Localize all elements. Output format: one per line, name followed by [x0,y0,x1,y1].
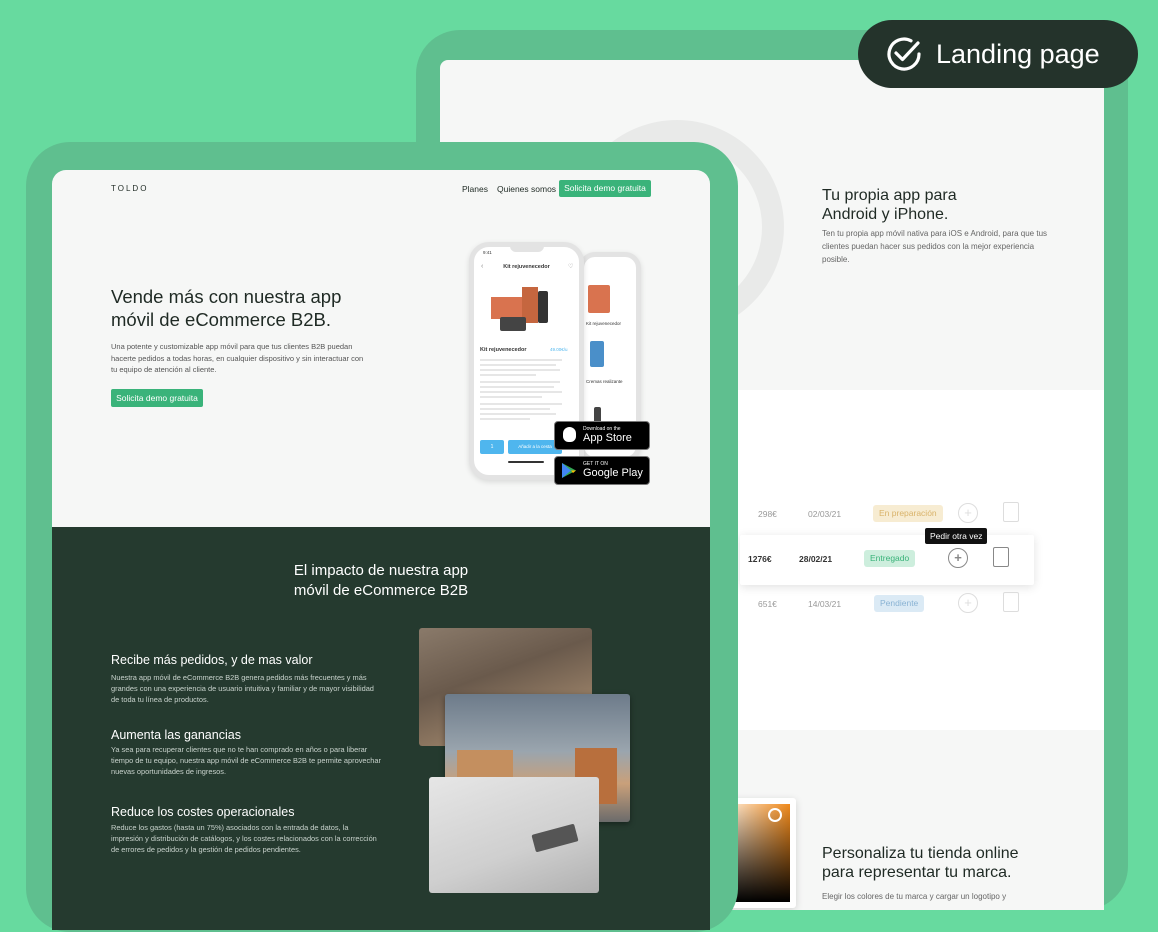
brand-section-desc: Elegir los colores de tu marca y cargar … [822,892,1007,901]
site-logo[interactable]: TOLDO [111,184,148,193]
google-play-icon [562,463,576,478]
order-row: 298€ 02/03/21 En preparación + [740,495,1040,535]
product-thumb [588,285,610,313]
order-row: 1276€ 28/02/21 Entregado + [740,540,1040,580]
nav-demo-button[interactable]: Solicita demo gratuita [559,180,651,197]
brand-section-title: Personaliza tu tienda online para repres… [822,845,1019,881]
document-icon[interactable] [1003,592,1019,612]
feature-title: Aumenta las ganancias [111,728,241,742]
front-screen: TOLDO Planes Quienes somos Solicita demo… [52,170,710,930]
feature-title: Recibe más pedidos, y de mas valor [111,653,313,667]
app-store-button[interactable]: Download on the App Store [554,421,650,450]
app-section-desc: Ten tu propia app móvil nativa para iOS … [822,229,1048,264]
app-section-title: Tu propia app para Android y iPhone. [822,187,957,223]
hero-demo-button[interactable]: Solicita demo gratuita [111,389,203,407]
landing-page-badge: Landing page [858,20,1138,88]
product-thumb [590,341,604,367]
check-circle-icon [887,37,921,71]
feature-desc: Nuestra app móvil de eCommerce B2B gener… [111,673,374,704]
order-row: 651€ 14/03/21 Pendiente + [740,585,1040,625]
nav-planes[interactable]: Planes [462,184,488,194]
reorder-icon[interactable]: + [958,593,978,613]
feature-desc: Ya sea para recuperar clientes que no te… [111,745,381,776]
document-icon[interactable] [1003,502,1019,522]
status-badge: En preparación [873,505,943,522]
feature-desc: Reduce los gastos (hasta un 75%) asociad… [111,823,377,854]
reorder-icon[interactable]: + [948,548,968,568]
hero-title: Vende más con nuestra app móvil de eComm… [111,286,342,330]
impact-section: El impacto de nuestra app móvil de eComm… [52,527,710,930]
home-indicator [508,461,544,463]
apple-icon [563,427,576,442]
badge-label: Landing page [936,39,1100,69]
google-play-button[interactable]: GET IT ON Google Play [554,456,650,485]
hero-desc: Una potente y customizable app móvil par… [111,342,364,374]
feature-title: Reduce los costes operacionales [111,805,295,819]
heart-icon[interactable]: ♡ [568,263,573,270]
phone-notch [510,246,544,252]
color-picker-handle[interactable] [768,808,782,822]
quantity-input[interactable]: 1 [480,440,504,454]
status-badge: Pendiente [874,595,925,612]
product-image [486,281,568,335]
status-badge: Entregado [864,550,916,567]
reorder-icon[interactable]: + [958,503,978,523]
reorder-tooltip: Pedir otra vez [925,528,988,544]
impact-title: El impacto de nuestra app móvil de eComm… [293,562,469,599]
document-icon[interactable] [993,547,1009,567]
tablet-hand-photo [429,777,599,893]
nav-quienes-somos[interactable]: Quienes somos [497,184,556,194]
